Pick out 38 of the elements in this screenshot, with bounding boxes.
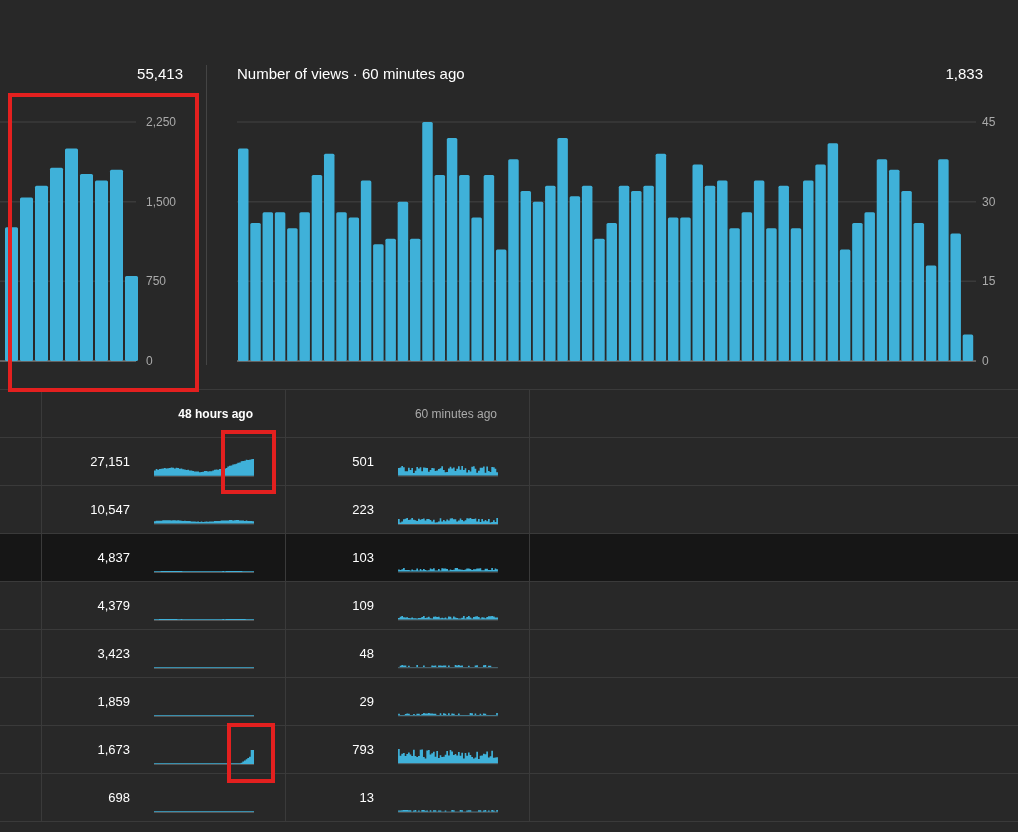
axis-label: 15 (982, 274, 996, 289)
table-row[interactable]: 698 13 (0, 774, 1018, 822)
chart-title: Number of views · 60 minutes ago (237, 65, 465, 84)
view-count: 10,547 (89, 502, 130, 517)
view-count: 698 (107, 790, 130, 805)
view-count: 103 (351, 550, 374, 565)
view-count: 109 (351, 598, 374, 613)
highlight-frame (227, 723, 275, 783)
axis-label: 0 (982, 354, 989, 368)
view-count: 27,151 (89, 454, 130, 469)
total-views: 55,413 (137, 65, 183, 84)
view-count: 4,837 (96, 550, 130, 565)
view-count: 4,379 (96, 598, 130, 613)
table-row[interactable]: 1,673 793 (0, 726, 1018, 774)
column-header[interactable]: 48 hours ago (178, 406, 253, 421)
table-row[interactable]: 27,151 501 (0, 438, 1018, 486)
axis-label: 45 (982, 115, 996, 129)
table-row[interactable]: 1,859 29 (0, 678, 1018, 726)
view-count: 29 (358, 694, 374, 709)
view-count: 501 (351, 454, 374, 469)
axis-label: 30 (982, 194, 996, 209)
column-header[interactable]: 60 minutes ago (414, 406, 497, 421)
table-row[interactable]: 4,379 109 (0, 582, 1018, 630)
view-count: 1,673 (96, 742, 130, 757)
view-count: 793 (351, 742, 374, 757)
axis-label: 750 (146, 274, 167, 289)
view-count: 3,423 (96, 646, 130, 661)
view-count: 223 (351, 502, 374, 517)
axis-label: 2,250 (146, 115, 177, 129)
axis-label: 1,500 (146, 194, 177, 209)
highlight-frame (221, 430, 276, 494)
total-views: 1,833 (945, 65, 983, 84)
axis-label: 0 (146, 354, 153, 368)
view-count: 1,859 (96, 694, 130, 709)
view-count: 13 (358, 790, 374, 805)
table-row[interactable]: 4,837 103 (0, 534, 1018, 582)
view-count: 48 (358, 646, 374, 661)
table-row[interactable]: 3,423 48 (0, 630, 1018, 678)
